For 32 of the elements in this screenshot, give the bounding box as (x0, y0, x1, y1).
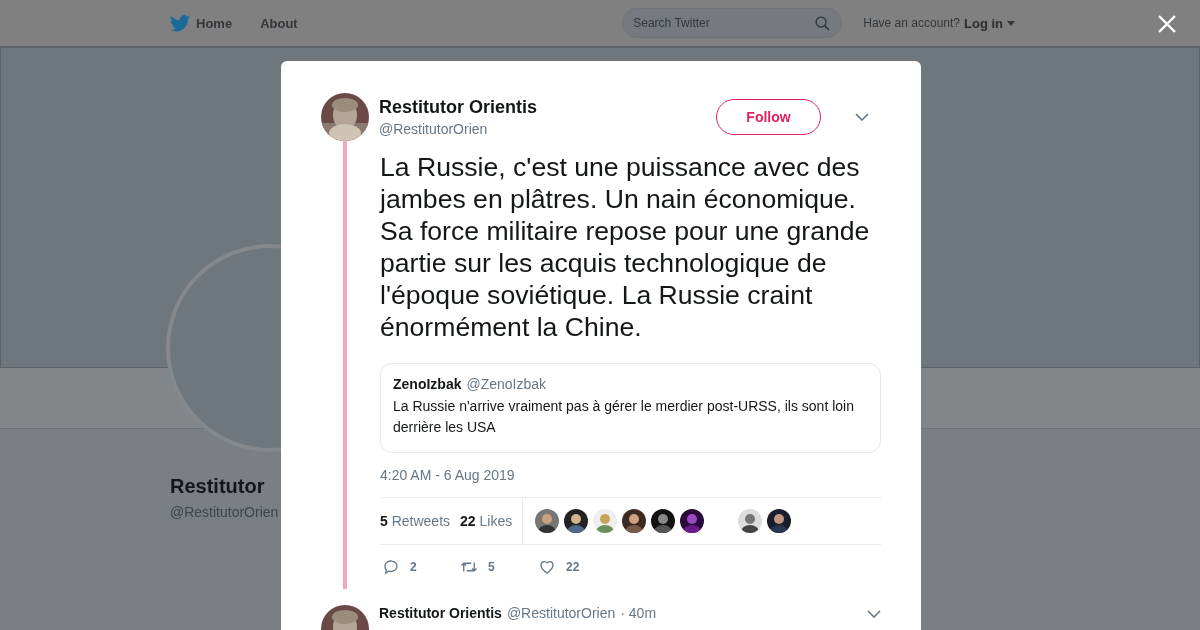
profile-name: Restitutor (170, 475, 265, 498)
heart-icon (538, 558, 556, 576)
quoted-tweet[interactable]: ZenoIzbak @ZenoIzbak La Russie n'arrive vraiment pas à gérer le merdier post-URSS, ils sont loin derrière les USA (380, 363, 881, 453)
stat-link[interactable]: 22 Likes (460, 513, 513, 529)
quoted-author: ZenoIzbak (393, 376, 462, 392)
caret-icon[interactable] (1007, 20, 1015, 26)
quoted-text: La Russie n'arrive vraiment pas à gérer le merdier post-URSS, ils sont loin derrière les USA (393, 397, 855, 437)
tweet-text: La Russie, c'est une puissance avec des jambes en plâtres. Un nain économique. Sa force militaire repose pour une grande partie sur les acquis technologique de l'époque soviétique. La Russie craint énormément la Chine. (380, 151, 871, 343)
reply-author: Restitutor Orientis (379, 605, 502, 621)
search-icon (814, 14, 832, 32)
profile-handle: @RestitutorOrien (170, 504, 279, 520)
close-icon[interactable] (1158, 15, 1176, 33)
quoted-handle: @ZenoIzbak (466, 376, 547, 392)
author-name: Restitutor Orientis (379, 97, 539, 118)
nav-link[interactable]: Home (170, 14, 233, 32)
action-button[interactable]: 5 (458, 558, 536, 576)
follow-button[interactable]: Follow (716, 99, 821, 135)
tweet-timestamp: 4:20 AM - 6 Aug 2019 (380, 467, 516, 483)
chevron-icon[interactable] (855, 113, 869, 121)
login-link[interactable]: Log in (964, 15, 1003, 31)
reply-time: · 40m (620, 605, 657, 621)
reply-icon (382, 558, 400, 576)
account-prompt: Have an account? (863, 16, 960, 30)
author-handle: @RestitutorOrien (379, 121, 489, 137)
search-field[interactable]: Search Twitter (622, 8, 843, 38)
bird-icon (170, 14, 190, 32)
chevron-icon[interactable] (867, 610, 881, 618)
reply-handle: @RestitutorOrien (506, 605, 616, 621)
stat-link[interactable]: 5 Retweets (380, 513, 451, 529)
action-button[interactable]: 22 (536, 558, 614, 576)
nav-link[interactable]: About (260, 15, 298, 31)
action-button[interactable]: 2 (380, 558, 458, 576)
